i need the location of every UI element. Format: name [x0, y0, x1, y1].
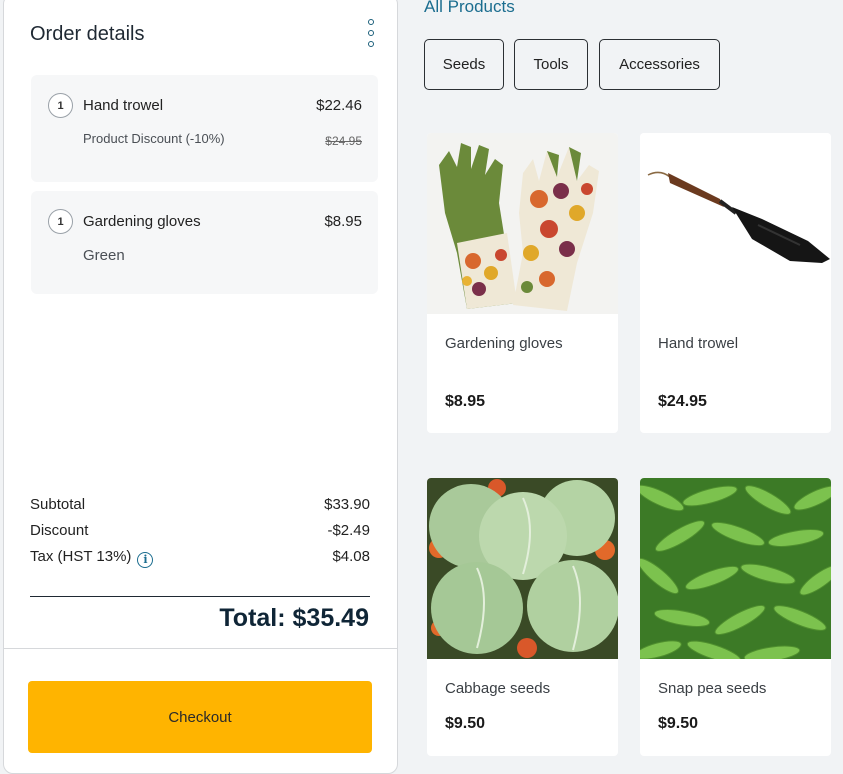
- tax-label: Tax (HST 13%): [30, 548, 132, 565]
- all-products-link[interactable]: All Products: [424, 0, 515, 17]
- footer-divider: [4, 648, 397, 649]
- checkout-button[interactable]: Checkout: [28, 681, 372, 753]
- product-price: $8.95: [445, 393, 486, 410]
- product-card-snap-pea-seeds[interactable]: Snap pea seeds $9.50: [640, 478, 831, 756]
- product-name: Cabbage seeds: [445, 680, 551, 697]
- order-line-item[interactable]: 1 Gardening gloves $8.95 Green: [31, 191, 378, 294]
- tax-value: $4.08: [332, 548, 370, 565]
- snap-peas-image: [640, 478, 831, 659]
- order-line-item[interactable]: 1 Hand trowel $22.46 Product Discount (-…: [31, 75, 378, 182]
- quantity-badge: 1: [48, 209, 73, 234]
- product-price: $9.50: [658, 715, 699, 732]
- line-item-variant: Green: [83, 247, 125, 264]
- product-card-hand-trowel[interactable]: Hand trowel $24.95: [640, 133, 831, 433]
- tax-row: Tax (HST 13%) i $4.08: [30, 548, 370, 568]
- line-item-original-price: $24.95: [325, 134, 362, 148]
- line-item-price: $22.46: [316, 97, 362, 114]
- subtotal-label: Subtotal: [30, 496, 86, 513]
- subtotal-row: Subtotal $33.90: [30, 496, 370, 513]
- product-card-gardening-gloves[interactable]: Gardening gloves $8.95: [427, 133, 618, 433]
- hand-trowel-image: [640, 133, 831, 314]
- summary-divider: [30, 596, 370, 597]
- subtotal-value: $33.90: [324, 496, 370, 513]
- product-name: Hand trowel: [658, 335, 739, 352]
- line-item-name: Hand trowel: [83, 97, 164, 114]
- filter-tools-button[interactable]: Tools: [514, 39, 588, 90]
- gardening-gloves-image: [427, 133, 618, 314]
- cabbage-image: [427, 478, 618, 659]
- line-item-discount: Product Discount (-10%): [83, 131, 225, 146]
- info-icon[interactable]: i: [137, 551, 154, 568]
- product-name: Gardening gloves: [445, 335, 563, 352]
- more-options-icon[interactable]: [366, 19, 376, 47]
- filter-accessories-button[interactable]: Accessories: [599, 39, 720, 90]
- line-item-price: $8.95: [324, 213, 362, 230]
- product-card-cabbage-seeds[interactable]: Cabbage seeds $9.50: [427, 478, 618, 756]
- product-name: Snap pea seeds: [658, 680, 767, 697]
- product-price: $24.95: [658, 393, 707, 410]
- order-title: Order details: [30, 23, 145, 45]
- filter-seeds-button[interactable]: Seeds: [424, 39, 504, 90]
- discount-value: -$2.49: [327, 522, 370, 539]
- discount-row: Discount -$2.49: [30, 522, 370, 539]
- product-price: $9.50: [445, 715, 486, 732]
- order-panel: Order details 1 Hand trowel $22.46 Produ…: [3, 0, 398, 774]
- line-item-name: Gardening gloves: [83, 213, 201, 230]
- quantity-badge: 1: [48, 93, 73, 118]
- discount-label: Discount: [30, 522, 89, 539]
- order-total: Total: $35.49: [219, 604, 369, 632]
